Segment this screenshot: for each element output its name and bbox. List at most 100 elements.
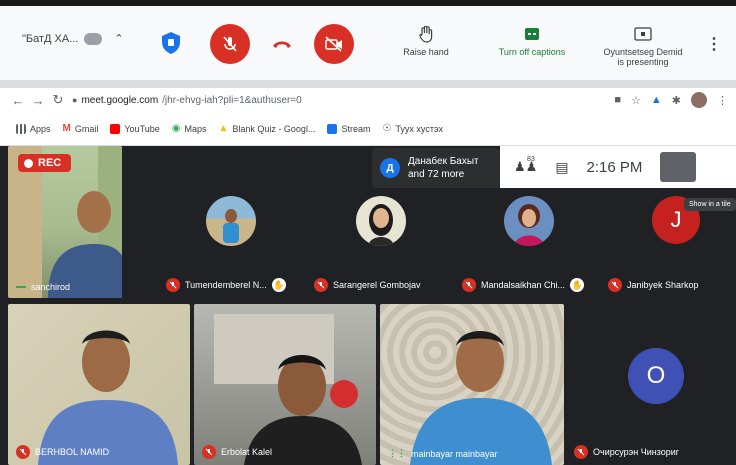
maps-pin-icon: ◉	[171, 123, 181, 134]
record-dot-icon	[24, 158, 33, 168]
bookmark-label: Maps	[184, 123, 207, 134]
participant-name: sanchirod	[31, 282, 71, 292]
chat-icon[interactable]: ▤	[555, 159, 568, 176]
raise-hand-button[interactable]: Raise hand	[396, 24, 456, 57]
bookmark-maps[interactable]: ◉ Maps	[172, 123, 207, 134]
participant-name-tag: Erbolat Kalel	[202, 445, 272, 459]
participant-tile[interactable]: BERHBOL NAMID	[8, 304, 190, 465]
browser-actions: ■ ☆ ▲ ✱ ⋮	[614, 92, 728, 108]
join-notification[interactable]: Д Данабек Бахыт and 72 more	[372, 148, 500, 188]
participant-name-tag: Janibyek Sharkop	[608, 278, 699, 292]
gmail-icon: M	[62, 123, 71, 134]
hang-up-icon	[273, 41, 291, 48]
drive-icon: ▲	[218, 123, 229, 134]
mic-off-icon	[16, 445, 30, 459]
camera-off-icon	[325, 36, 342, 52]
youtube-icon	[110, 123, 121, 134]
captions-button[interactable]: Turn off captions	[490, 24, 574, 57]
speaking-indicator-icon: ⋮⋮	[388, 448, 406, 458]
profile-avatar[interactable]	[691, 92, 707, 108]
url-path: /jhr-ehvg-iah?pli=1&authuser=0	[162, 94, 302, 106]
avatar-photo	[514, 204, 544, 246]
participant-avatar	[356, 196, 406, 246]
bookmark-stream[interactable]: Stream	[327, 123, 371, 134]
browser-menu-icon[interactable]: ⋮	[717, 94, 728, 107]
rec-label: REC	[38, 157, 62, 169]
joiner-more: and 72 more	[408, 169, 465, 180]
participant-tile[interactable]: O Очирсурэн Чинзориг	[566, 304, 736, 465]
mic-off-icon	[166, 278, 180, 292]
mic-off-icon	[202, 445, 216, 459]
meeting-info-bar: ♟♟ 83 ▤ 2:16 PM	[500, 146, 736, 188]
leave-call-button[interactable]	[262, 24, 302, 64]
star-icon[interactable]: ☆	[631, 94, 641, 107]
address-bar[interactable]: ● meet.google.com/jhr-ehvg-iah?pli=1&aut…	[72, 95, 302, 106]
participant-video	[214, 314, 362, 465]
participant-tile[interactable]: REC sanchirod	[8, 146, 122, 298]
avatar-photo	[368, 204, 394, 246]
puzzle-icon[interactable]: ✱	[672, 94, 681, 107]
bookmark-gmail[interactable]: M Gmail	[63, 123, 99, 134]
globe-icon: ☉	[382, 123, 392, 134]
participant-name-tag: sanchirod	[16, 282, 70, 292]
participant-tile[interactable]: Erbolat Kalel	[194, 304, 376, 465]
bookmark-label: Apps	[30, 123, 51, 134]
participant-name: Mandalsaikhan Chi...	[481, 280, 566, 290]
bookmarks-bar: Apps M Gmail YouTube ◉ Maps ▲ Blank Quiz…	[0, 112, 736, 146]
mic-off-icon	[574, 445, 588, 459]
participant-name-tag: ⋮⋮ mainbayar mainbayar	[388, 448, 498, 459]
extension-icon[interactable]: ▲	[651, 94, 662, 106]
avatar-photo	[223, 209, 239, 243]
audio-level-icon	[16, 286, 26, 288]
participant-name: Janibyek Sharkop	[627, 280, 699, 290]
shield-icon[interactable]	[160, 30, 182, 56]
presenter-chip[interactable]: "БатД ХА... ⌃	[22, 32, 124, 45]
bookmark-other[interactable]: ☉ Тууx хуcтэх	[382, 123, 443, 134]
participant-avatar-letter: O	[628, 348, 684, 404]
lock-icon: ●	[72, 95, 78, 105]
forward-arrow-icon[interactable]: →	[28, 93, 48, 108]
bookmark-label: YouTube	[124, 123, 160, 134]
participant-tile[interactable]: ⋮⋮ mainbayar mainbayar	[380, 304, 564, 465]
raise-hand-label: Raise hand	[403, 47, 449, 57]
participant-tile[interactable]: Tumendemberel N... ✋	[158, 190, 306, 298]
participant-tile[interactable]: Mandalsaikhan Chi... ✋	[454, 190, 600, 298]
participant-name-tag: Tumendemberel N... ✋	[166, 278, 286, 292]
presenter-chip-label: "БатД ХА...	[22, 32, 79, 45]
chevron-up-icon[interactable]: ⌃	[114, 32, 123, 45]
bookmark-apps[interactable]: Apps	[16, 123, 51, 134]
mic-off-icon	[314, 278, 328, 292]
participant-video	[38, 330, 178, 465]
participant-avatar	[504, 196, 554, 246]
bookmark-youtube[interactable]: YouTube	[110, 123, 160, 134]
people-count: 83	[527, 156, 535, 163]
presenting-status-text: is presenting	[617, 57, 669, 67]
participant-name: mainbayar mainbayar	[411, 448, 498, 459]
tile-tooltip: Show in a tile	[684, 198, 736, 211]
bookmark-label: Stream	[341, 123, 371, 134]
reload-icon[interactable]: ↻	[48, 92, 68, 108]
bookmark-label: Blank Quiz - Googl...	[232, 123, 316, 134]
bookmark-blank-quiz[interactable]: ▲ Blank Quiz - Googl...	[219, 123, 316, 134]
more-options-icon[interactable]: ⋮	[706, 34, 722, 54]
bookmark-label: Тууx хуcтэх	[395, 123, 444, 134]
meeting-clock: 2:16 PM	[586, 158, 643, 176]
closed-captions-icon	[525, 28, 539, 40]
presenting-status[interactable]: Oyuntsetseg Demid is presenting	[596, 24, 690, 67]
mic-toggle-button[interactable]	[210, 24, 250, 64]
screen: "БатД ХА... ⌃ Raise hand Turn off captio…	[0, 0, 736, 465]
participant-name-tag: Mandalsaikhan Chi... ✋	[462, 278, 585, 292]
participant-video	[410, 331, 552, 465]
self-view-thumbnail[interactable]	[660, 152, 697, 182]
back-arrow-icon[interactable]: ←	[8, 93, 28, 108]
captions-label: Turn off captions	[498, 47, 566, 57]
participant-tile[interactable]: Sarangerel Gombojav	[306, 190, 454, 298]
camera-toggle-button[interactable]	[314, 24, 354, 64]
camera-indicator-icon[interactable]: ■	[614, 94, 621, 106]
recording-badge: REC	[18, 154, 72, 172]
people-button[interactable]: ♟♟ 83	[514, 156, 537, 175]
participant-name-tag: BERHBOL NAMID	[16, 445, 109, 459]
participant-name: Очирсурэн Чинзориг	[593, 447, 680, 457]
presenter-avatar	[84, 32, 103, 45]
stream-icon	[327, 123, 338, 134]
